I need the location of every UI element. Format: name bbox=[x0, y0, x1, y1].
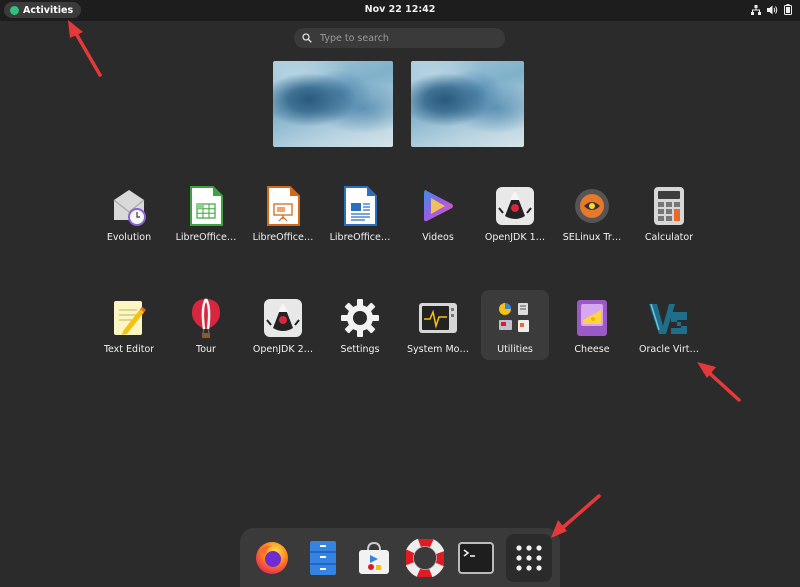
dock-firefox[interactable] bbox=[250, 536, 294, 580]
search-bar[interactable] bbox=[294, 28, 505, 48]
dash-dock bbox=[240, 528, 560, 587]
openjdk-icon bbox=[493, 184, 537, 228]
search-icon bbox=[302, 33, 312, 43]
app-label: Text Editor bbox=[103, 344, 155, 355]
dock-show-apps-button[interactable] bbox=[506, 534, 552, 582]
app-libreoffice-impress[interactable]: LibreOffice… bbox=[246, 180, 320, 246]
app-videos[interactable]: Videos bbox=[401, 180, 475, 246]
app-label: System Mo… bbox=[407, 344, 469, 355]
app-grid-icon bbox=[516, 545, 542, 571]
evolution-icon bbox=[107, 184, 151, 228]
top-bar: Activities Nov 22 12:42 bbox=[0, 0, 800, 21]
app-cheese[interactable]: Cheese bbox=[555, 292, 629, 358]
app-text-editor[interactable]: Text Editor bbox=[92, 292, 166, 358]
battery-icon bbox=[784, 4, 792, 15]
volume-icon bbox=[767, 5, 778, 14]
app-label: Oracle Virt… bbox=[639, 344, 699, 355]
app-label: Calculator bbox=[644, 232, 694, 243]
app-label: Tour bbox=[196, 344, 216, 355]
dock-help[interactable] bbox=[403, 536, 447, 580]
app-openjdk-1[interactable]: OpenJDK 1… bbox=[478, 180, 552, 246]
software-icon bbox=[359, 541, 389, 574]
app-openjdk-2[interactable]: OpenJDK 2… bbox=[246, 292, 320, 358]
arrow-to-app-grid bbox=[558, 494, 601, 532]
app-selinux-troubleshooter[interactable]: SELinux Tr… bbox=[555, 180, 629, 246]
arrow-to-virtualbox bbox=[704, 368, 741, 402]
system-monitor-icon bbox=[416, 296, 460, 340]
dock-files[interactable] bbox=[301, 536, 345, 580]
dock-terminal[interactable] bbox=[454, 536, 498, 580]
app-folder-utilities[interactable]: Utilities bbox=[481, 290, 549, 360]
app-tour[interactable]: Tour bbox=[169, 292, 243, 358]
videos-icon bbox=[416, 184, 460, 228]
app-label: OpenJDK 2… bbox=[252, 344, 314, 355]
tour-balloon-icon bbox=[184, 296, 228, 340]
virtualbox-icon bbox=[647, 296, 691, 340]
dock-software[interactable] bbox=[352, 536, 396, 580]
gear-icon bbox=[338, 296, 382, 340]
app-system-monitor[interactable]: System Mo… bbox=[401, 292, 475, 358]
app-calculator[interactable]: Calculator bbox=[632, 180, 706, 246]
selinux-icon bbox=[570, 184, 614, 228]
libreoffice-calc-icon bbox=[184, 184, 228, 228]
clock[interactable]: Nov 22 12:42 bbox=[365, 4, 436, 15]
firefox-icon bbox=[256, 542, 288, 574]
app-libreoffice-calc[interactable]: LibreOffice… bbox=[169, 180, 243, 246]
app-label: OpenJDK 1… bbox=[484, 232, 546, 243]
cheese-icon bbox=[570, 296, 614, 340]
arrow-to-activities bbox=[72, 28, 102, 77]
app-oracle-virtualbox[interactable]: Oracle Virt… bbox=[632, 292, 706, 358]
libreoffice-impress-icon bbox=[261, 184, 305, 228]
app-label: Cheese bbox=[574, 344, 610, 355]
text-editor-icon bbox=[107, 296, 151, 340]
app-evolution[interactable]: Evolution bbox=[92, 180, 166, 246]
app-label: LibreOffice… bbox=[252, 232, 314, 243]
openjdk-icon bbox=[261, 296, 305, 340]
app-label: Evolution bbox=[106, 232, 152, 243]
utilities-folder-icon bbox=[493, 296, 537, 340]
app-label: LibreOffice… bbox=[329, 232, 391, 243]
app-label: Videos bbox=[422, 232, 454, 243]
app-label: LibreOffice… bbox=[175, 232, 237, 243]
libreoffice-writer-icon bbox=[338, 184, 382, 228]
terminal-icon bbox=[458, 542, 494, 574]
app-settings[interactable]: Settings bbox=[323, 292, 397, 358]
files-icon bbox=[310, 541, 336, 575]
workspace-thumbnail-1[interactable] bbox=[273, 61, 393, 147]
app-label: SELinux Tr… bbox=[562, 232, 622, 243]
app-libreoffice-writer[interactable]: LibreOffice… bbox=[323, 180, 397, 246]
help-lifebuoy-icon bbox=[406, 539, 444, 577]
app-label: Settings bbox=[340, 344, 380, 355]
system-status-area[interactable] bbox=[751, 4, 792, 15]
app-label: Utilities bbox=[497, 344, 533, 355]
calculator-icon bbox=[647, 184, 691, 228]
clock-container: Nov 22 12:42 bbox=[0, 4, 800, 15]
network-icon bbox=[751, 4, 761, 15]
workspace-thumbnail-2[interactable] bbox=[411, 61, 524, 147]
search-input[interactable] bbox=[318, 31, 492, 45]
